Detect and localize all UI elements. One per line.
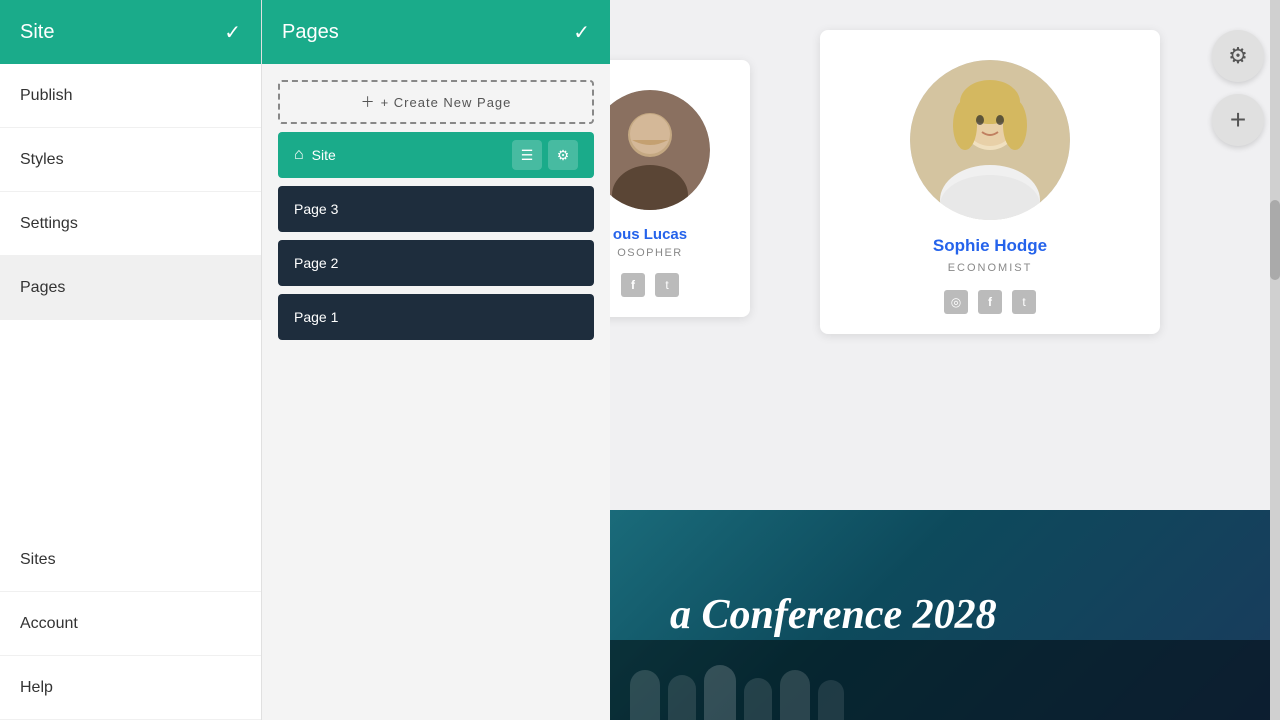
create-new-page-button[interactable]: ＋ + Create New Page (278, 80, 594, 124)
pages-panel-content: ＋ + Create New Page ⌂ Site ☰ ⚙ Page 3 (262, 64, 610, 356)
page-item-page3[interactable]: Page 3 (278, 186, 594, 232)
scrollbar-thumb[interactable] (1270, 200, 1280, 280)
person-card-lucas: ous Lucas OSOPHER f t (610, 60, 750, 317)
sidebar-item-settings[interactable]: Settings (0, 192, 261, 256)
settings-fab-icon: ⚙ (1228, 43, 1248, 69)
person-name-lucas: ous Lucas (613, 226, 687, 243)
layers-icon-button[interactable]: ☰ (512, 140, 542, 170)
gear-icon: ⚙ (557, 147, 570, 164)
person-name-sophie: Sophie Hodge (933, 236, 1047, 256)
main-content: ous Lucas OSOPHER f t (610, 0, 1280, 720)
sidebar-title: Site (20, 21, 54, 44)
page-item-site[interactable]: ⌂ Site ☰ ⚙ (278, 132, 594, 178)
pages-panel-title: Pages (282, 21, 339, 44)
avatar-lucas (610, 90, 710, 210)
person-title-lucas: OSOPHER (617, 247, 683, 259)
facebook-icon-lucas[interactable]: f (621, 273, 645, 297)
add-fab-button[interactable]: + (1212, 94, 1264, 146)
sidebar-item-styles[interactable]: Styles (0, 128, 261, 192)
conference-title: a Conference 2028 (670, 591, 997, 639)
person-card-sophie: Sophie Hodge ECONOMIST ◎ f t (820, 30, 1160, 334)
facebook-icon-sophie[interactable]: f (978, 290, 1002, 314)
settings-fab-button[interactable]: ⚙ (1212, 30, 1264, 82)
sidebar-item-sites[interactable]: Sites (0, 528, 261, 592)
social-icons-lucas: f t (621, 273, 679, 297)
settings-icon-button[interactable]: ⚙ (548, 140, 578, 170)
sidebar-item-account[interactable]: Account (0, 592, 261, 656)
sidebar-item-pages[interactable]: Pages (0, 256, 261, 320)
add-fab-icon: + (1230, 106, 1246, 134)
sidebar-header: Site ✓ (0, 0, 261, 64)
plus-icon: ＋ (361, 92, 375, 112)
page-item-page1[interactable]: Page 1 (278, 294, 594, 340)
social-icons-sophie: ◎ f t (944, 290, 1036, 314)
sidebar-item-help[interactable]: Help (0, 656, 261, 720)
page-item-page2[interactable]: Page 2 (278, 240, 594, 286)
instagram-icon-sophie[interactable]: ◎ (944, 290, 968, 314)
layers-icon: ☰ (521, 147, 534, 164)
sidebar-check-icon: ✓ (224, 20, 241, 45)
fab-area: ⚙ + (1212, 30, 1264, 146)
cards-area: ous Lucas OSOPHER f t (610, 0, 1280, 510)
pages-panel-header: Pages ✓ (262, 0, 610, 64)
person-title-sophie: ECONOMIST (948, 262, 1033, 274)
conference-banner: a Conference 2028 (610, 510, 1280, 720)
home-icon: ⌂ (294, 146, 304, 164)
avatar-sophie (910, 60, 1070, 220)
twitter-icon-sophie[interactable]: t (1012, 290, 1036, 314)
pages-panel-check-icon: ✓ (573, 20, 590, 45)
sidebar-item-publish[interactable]: Publish (0, 64, 261, 128)
twitter-icon-lucas[interactable]: t (655, 273, 679, 297)
scrollbar-track (1270, 0, 1280, 720)
pages-panel: Pages ✓ ＋ + Create New Page ⌂ Site ☰ ⚙ (262, 0, 610, 720)
sidebar: Site ✓ Publish Styles Settings Pages Sit… (0, 0, 262, 720)
